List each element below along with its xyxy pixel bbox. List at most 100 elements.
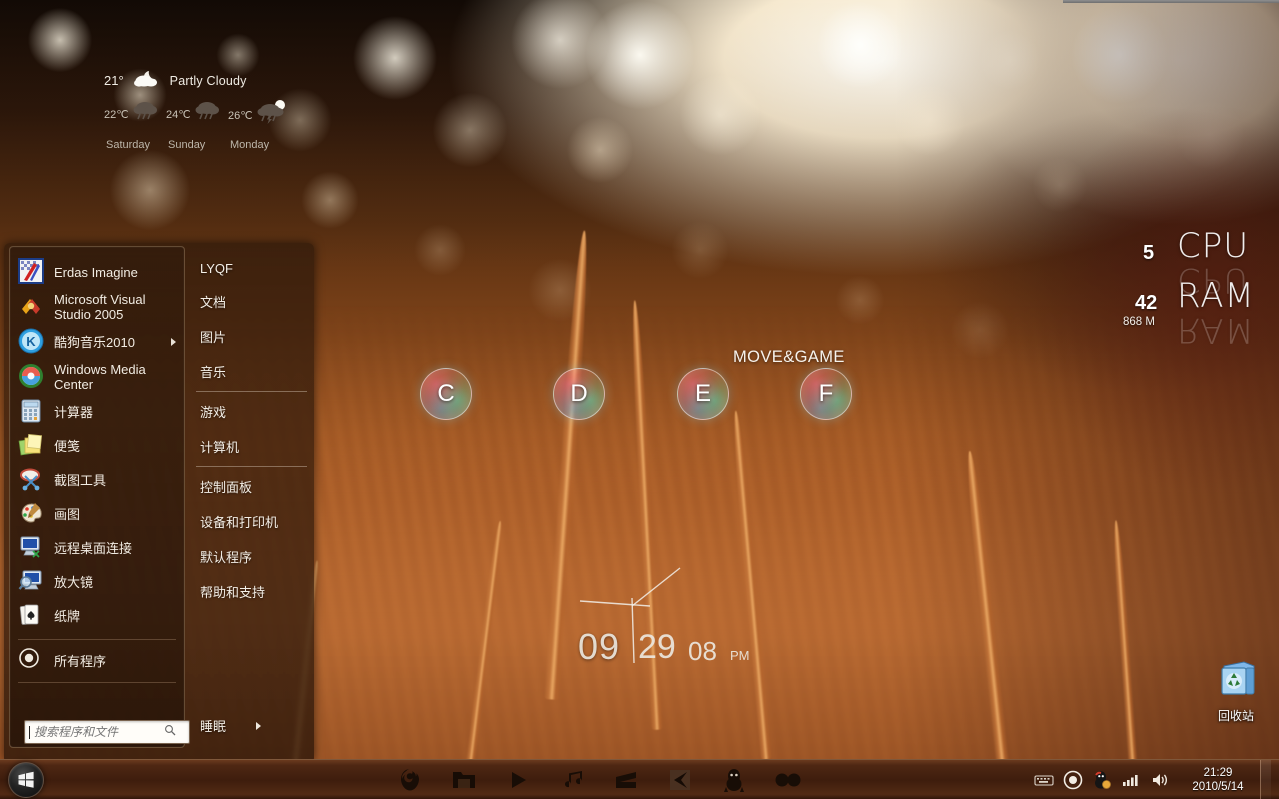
penguin-icon xyxy=(724,768,744,792)
start-item-sticky-notes[interactable]: 便笺 xyxy=(10,429,184,463)
drive-letter: F xyxy=(818,380,834,407)
drive-orb-f[interactable]: F xyxy=(800,368,852,420)
desktop[interactable]: 21° Partly Cloudy 22℃ Saturday 24℃ Sunda… xyxy=(0,0,1279,799)
forecast-day: 26℃ Monday xyxy=(228,99,290,151)
clock-gadget[interactable]: 09 29 08 PM xyxy=(560,548,760,678)
start-right-item-lyqf[interactable]: LYQF xyxy=(194,253,309,284)
penguin-icon xyxy=(1095,770,1111,789)
hidden-toolbar-strip[interactable] xyxy=(1063,0,1279,3)
start-item-erdas-imagine[interactable]: Erdas Imagine xyxy=(10,255,184,289)
show-desktop-button[interactable] xyxy=(1260,760,1271,799)
weather-current: 21° Partly Cloudy xyxy=(104,68,334,93)
forecast-temp: 22℃ xyxy=(104,108,129,121)
taskbar-item-music-player[interactable] xyxy=(557,765,587,795)
taskbar-clock[interactable]: 21:29 2010/5/14 xyxy=(1185,766,1251,794)
forecast-temp: 24℃ xyxy=(166,108,191,121)
desktop-icon-recycle-bin[interactable]: 回收站 xyxy=(1203,658,1269,724)
ram-meter: 42 868 M RAM RAM xyxy=(1115,276,1265,350)
taskbar[interactable]: 21:29 2010/5/14 xyxy=(0,759,1279,799)
taskbar-item-media-player[interactable] xyxy=(503,765,533,795)
forecast-day-name: Sunday xyxy=(168,139,206,151)
magnifier-icon xyxy=(18,568,46,596)
clapperboard-icon xyxy=(616,771,636,788)
start-item-calculator[interactable]: 计算器 xyxy=(10,395,184,429)
taskbar-item-qq-messenger[interactable] xyxy=(719,765,749,795)
start-right-item-control-panel[interactable]: 控制面板 xyxy=(194,469,309,504)
search-icon[interactable] xyxy=(164,723,176,741)
tray-item-volume[interactable] xyxy=(1150,770,1170,790)
erdas-imagine-icon xyxy=(18,258,46,286)
tray-item-network[interactable] xyxy=(1121,770,1141,790)
taskbar-item-video-editor[interactable] xyxy=(611,765,641,795)
start-button[interactable] xyxy=(8,762,44,798)
taskbar-quick-launch[interactable] xyxy=(395,760,803,799)
sticky-notes-icon xyxy=(18,432,46,460)
start-right-item-music[interactable]: 音乐 xyxy=(194,354,309,389)
start-menu[interactable]: Erdas Imagine Microsoft Visual Studio 20… xyxy=(4,243,314,760)
all-programs-icon xyxy=(18,647,46,675)
recycle-bin-icon xyxy=(1221,661,1255,695)
start-item-magnifier[interactable]: 放大镜 xyxy=(10,565,184,599)
start-item-solitaire[interactable]: 纸牌 xyxy=(10,599,184,633)
start-right-item-documents[interactable]: 文档 xyxy=(194,284,309,319)
start-menu-left-pane[interactable]: Erdas Imagine Microsoft Visual Studio 20… xyxy=(9,246,190,748)
start-right-item-default-programs[interactable]: 默认程序 xyxy=(194,539,309,574)
calculator-icon xyxy=(18,398,46,426)
start-menu-divider xyxy=(18,639,176,640)
start-item-label: 画图 xyxy=(54,506,81,522)
start-item-label: 远程桌面连接 xyxy=(54,540,133,556)
start-item-visual-studio[interactable]: Microsoft Visual Studio 2005 xyxy=(10,289,184,325)
ram-label-reflection: RAM xyxy=(1177,310,1255,350)
drive-orb-d[interactable]: D xyxy=(553,368,605,420)
start-item-label: 酷狗音乐2010 xyxy=(54,334,135,350)
system-monitor-gadget[interactable]: 5 CPU CPU 42 868 M RAM RAM xyxy=(1115,226,1265,350)
start-item-remote-desktop[interactable]: 远程桌面连接 xyxy=(10,531,184,565)
start-item-snipping-tool[interactable]: 截图工具 xyxy=(10,463,184,497)
taskbar-item-photo-viewer[interactable] xyxy=(665,765,695,795)
windows-logo-icon xyxy=(18,771,34,788)
start-search-box[interactable] xyxy=(24,720,190,744)
clock-minute: 29 xyxy=(638,628,676,666)
start-item-kugou-music[interactable]: K 酷狗音乐2010 xyxy=(10,325,184,359)
start-item-label: 计算器 xyxy=(54,404,94,420)
start-shutdown-button[interactable]: 睡眠 xyxy=(194,716,310,735)
drive-letter: D xyxy=(570,380,588,407)
start-item-paint[interactable]: 画图 xyxy=(10,497,184,531)
drive-orb-c[interactable]: C xyxy=(420,368,472,420)
circle-dot-icon xyxy=(1063,770,1083,789)
weather-forecast: 22℃ Saturday 24℃ Sunday 26℃ Monday xyxy=(104,99,334,151)
start-right-item-computer[interactable]: 计算机 xyxy=(194,429,309,464)
forecast-day: 22℃ Saturday xyxy=(104,99,166,151)
speaker-icon xyxy=(1153,773,1167,786)
start-menu-divider-2 xyxy=(18,682,176,683)
start-item-all-programs[interactable]: 所有程序 xyxy=(10,644,184,678)
weather-gadget[interactable]: 21° Partly Cloudy 22℃ Saturday 24℃ Sunda… xyxy=(104,68,334,158)
system-tray[interactable]: 21:29 2010/5/14 xyxy=(1034,760,1279,799)
paint-icon xyxy=(18,500,46,528)
weather-current-temp: 21° xyxy=(104,73,124,88)
taskbar-item-firefox[interactable] xyxy=(395,765,425,795)
start-item-media-center[interactable]: Windows Media Center xyxy=(10,359,184,395)
text-caret xyxy=(29,725,30,739)
keyboard-icon xyxy=(1034,774,1054,786)
start-right-item-devices-printers[interactable]: 设备和打印机 xyxy=(194,504,309,539)
shutdown-arrow-icon[interactable] xyxy=(256,721,262,730)
start-right-item-pictures[interactable]: 图片 xyxy=(194,319,309,354)
start-menu-right-pane[interactable]: LYQF 文档 图片 音乐 游戏 计算机 控制面板 设备和打印机 默认程序 帮助… xyxy=(194,253,309,753)
taskbar-item-glasses-app[interactable] xyxy=(773,765,803,795)
tray-item-action-center[interactable] xyxy=(1063,770,1083,790)
moon-cloud-icon xyxy=(132,68,162,93)
tray-item-input-method[interactable] xyxy=(1034,770,1054,790)
tray-item-qq[interactable] xyxy=(1092,770,1112,790)
start-right-item-help-support[interactable]: 帮助和支持 xyxy=(194,574,309,609)
drive-letter: E xyxy=(694,380,711,407)
drive-orb-e[interactable]: E xyxy=(677,368,729,420)
thunderstorm-sun-icon xyxy=(257,99,287,130)
start-right-divider-2 xyxy=(196,466,307,467)
rain-cloud-icon xyxy=(195,99,221,128)
clock-hour: 09 xyxy=(578,626,621,667)
start-item-label: 截图工具 xyxy=(54,472,107,488)
start-right-item-games[interactable]: 游戏 xyxy=(194,394,309,429)
search-input[interactable] xyxy=(32,724,164,740)
taskbar-item-file-explorer[interactable] xyxy=(449,765,479,795)
